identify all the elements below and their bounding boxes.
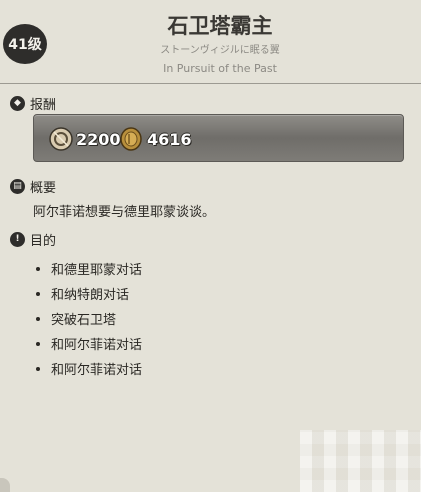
experience-icon	[49, 127, 73, 151]
rewards-label: 报酬	[30, 97, 57, 113]
objectives-header: ! 目的	[10, 230, 57, 249]
objective-text: 和德里耶蒙对话	[51, 263, 143, 278]
rewards-header: ◆ 报酬	[10, 94, 57, 113]
objectives-label: 目的	[30, 233, 57, 249]
objectives-list: 和德里耶蒙对话 和纳特朗对话 突破石卫塔 和阿尔菲诺对话 和阿尔菲诺对话	[33, 256, 142, 381]
rewards-bar: 22000 4616	[33, 114, 404, 162]
header-divider	[0, 83, 421, 84]
list-item: 和阿尔菲诺对话	[33, 356, 142, 381]
quest-title: 石卫塔霸主	[167, 14, 273, 38]
reward-bag-icon: ◆	[10, 95, 25, 111]
book-icon: ▤	[10, 178, 25, 194]
quest-subtitle-en: In Pursuit of the Past	[163, 62, 277, 75]
objective-text: 突破石卫塔	[51, 313, 117, 328]
corner-tab	[0, 478, 10, 492]
reward-gil[interactable]: 4616	[119, 125, 192, 153]
summary-text: 阿尔菲诺想要与德里耶蒙谈谈。	[33, 205, 216, 220]
bullet-icon	[36, 291, 40, 296]
level-badge: 41级	[3, 24, 47, 64]
list-item: 和德里耶蒙对话	[33, 256, 142, 281]
pixelated-watermark	[300, 430, 421, 492]
bullet-icon	[36, 266, 40, 271]
gil-value: 4616	[147, 129, 192, 149]
objective-text: 和阿尔菲诺对话	[51, 363, 143, 378]
list-item: 和阿尔菲诺对话	[33, 331, 142, 356]
summary-header: ▤ 概要	[10, 177, 57, 196]
list-item: 和纳特朗对话	[33, 281, 142, 306]
bullet-icon	[36, 341, 40, 346]
exclamation-icon: !	[10, 231, 25, 247]
objective-text: 和阿尔菲诺对话	[51, 338, 143, 353]
list-item: 突破石卫塔	[33, 306, 142, 331]
summary-label: 概要	[30, 180, 57, 196]
bullet-icon	[36, 316, 40, 321]
gil-coin-icon	[120, 127, 142, 151]
quest-journal-panel: 41级 石卫塔霸主 ストーンヴィジルに眠る翼 In Pursuit of the…	[0, 0, 421, 492]
objective-text: 和纳特朗对话	[51, 288, 130, 303]
quest-subtitle-jp: ストーンヴィジルに眠る翼	[160, 45, 280, 56]
bullet-icon	[36, 366, 40, 371]
